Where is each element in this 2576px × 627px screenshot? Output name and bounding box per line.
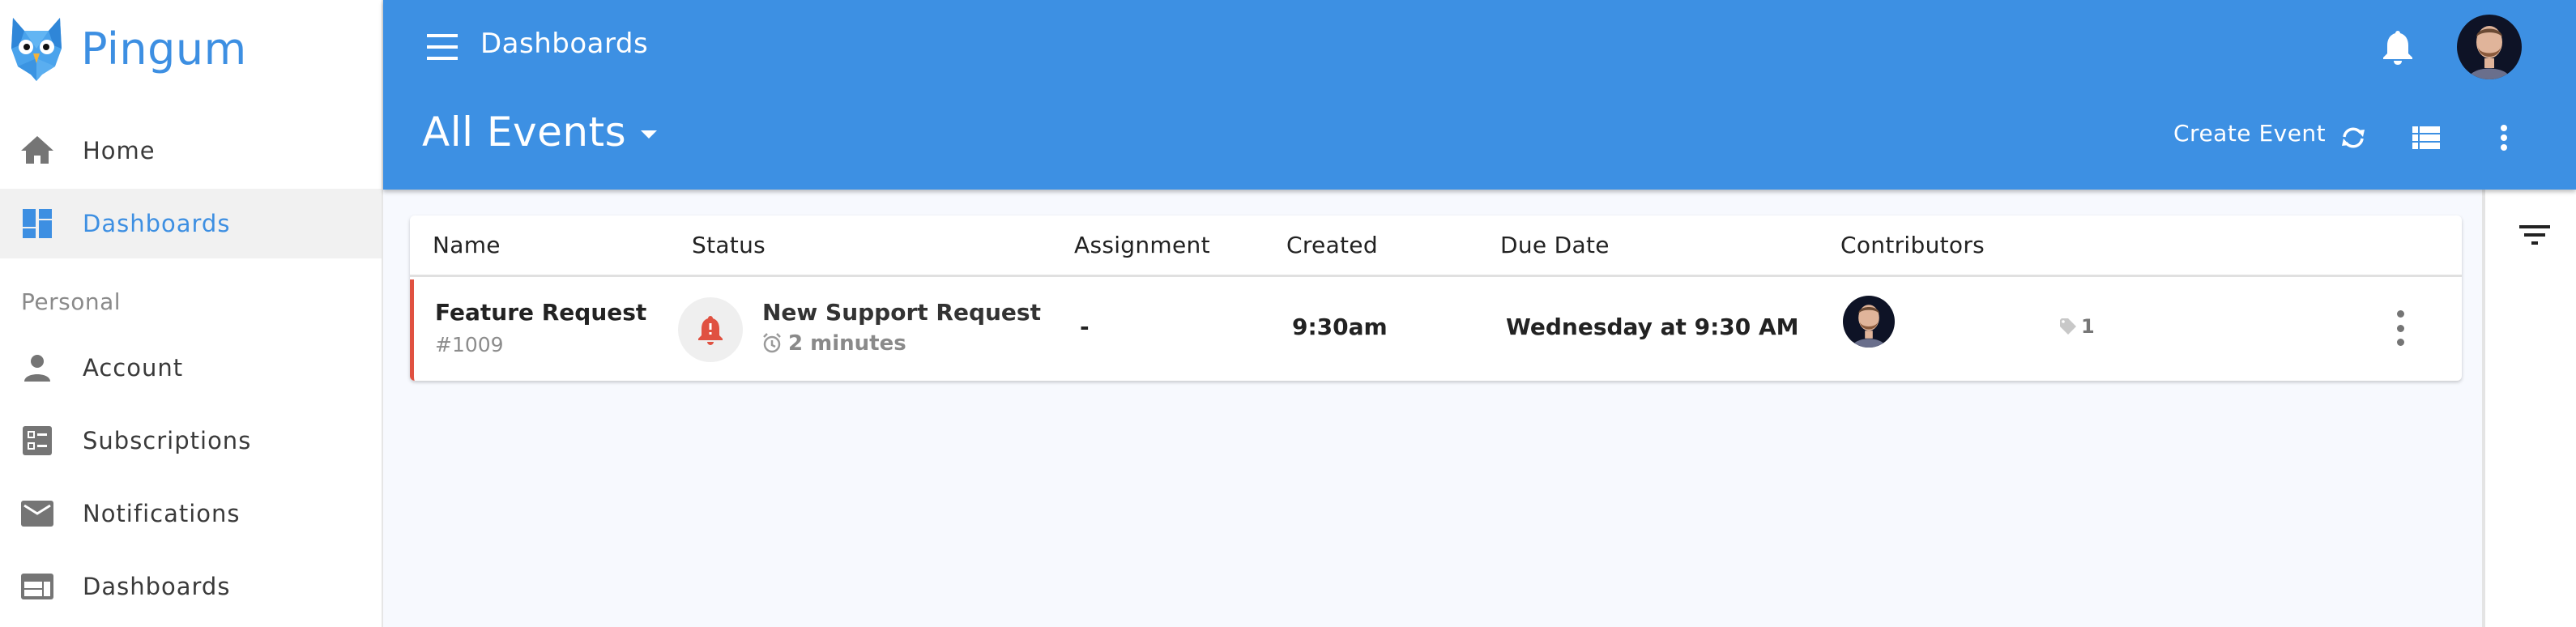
sidebar-item-account[interactable]: Account	[0, 333, 382, 403]
tag-count[interactable]: 1	[2058, 315, 2095, 338]
more-vert-icon[interactable]	[2488, 123, 2520, 152]
bell-icon[interactable]	[2382, 29, 2414, 65]
column-header-contributors[interactable]: Contributors	[1840, 232, 1985, 258]
table-header: Name Status Assignment Created Due Date …	[410, 215, 2462, 277]
created-value: 9:30am	[1292, 314, 1388, 340]
brand-name: Pingum	[81, 23, 247, 75]
sidebar-item-label: Home	[83, 137, 156, 164]
table-row[interactable]: Feature Request #1009 New Support Reques…	[410, 279, 2462, 381]
sidebar-item-label: Subscriptions	[83, 427, 252, 454]
tag-count-text: 1	[2081, 315, 2095, 338]
sidebar-item-home[interactable]: Home	[0, 116, 382, 186]
filter-panel	[2482, 190, 2576, 627]
sidebar-item-label: Dashboards	[83, 573, 231, 600]
app-header: Dashboards All Events Create Event	[383, 0, 2576, 190]
mail-icon	[21, 497, 53, 530]
caret-down-icon	[641, 130, 658, 139]
events-table: Name Status Assignment Created Due Date …	[410, 215, 2462, 381]
filter-icon[interactable]	[2519, 225, 2552, 250]
sidebar: Pingum Home Dashboards Personal Account	[0, 0, 383, 627]
sidebar-item-label: Account	[83, 354, 184, 382]
checklist-icon	[21, 424, 53, 457]
page-title: Dashboards	[480, 28, 649, 60]
row-more-vert-icon[interactable]	[2390, 310, 2410, 346]
status-elapsed: 2 minutes	[762, 331, 906, 356]
alert-bell-icon	[698, 316, 723, 345]
column-header-status[interactable]: Status	[692, 232, 766, 258]
column-header-assignment[interactable]: Assignment	[1074, 232, 1210, 258]
create-event-button[interactable]: Create Event	[2173, 120, 2326, 147]
sidebar-item-label: Dashboards	[83, 210, 231, 237]
event-id: #1009	[435, 333, 504, 356]
user-avatar[interactable]	[2457, 15, 2522, 79]
web-layout-icon	[21, 570, 53, 603]
tag-icon	[2060, 318, 2076, 335]
owl-logo-icon	[11, 18, 62, 81]
status-title: New Support Request	[762, 299, 1041, 326]
person-icon	[21, 352, 53, 384]
app-root: Pingum Home Dashboards Personal Account	[0, 0, 2576, 627]
assignment-value[interactable]: -	[1080, 314, 1090, 340]
section-label-personal: Personal	[21, 288, 122, 315]
column-header-created[interactable]: Created	[1286, 232, 1378, 258]
due-date-value: Wednesday at 9:30 AM	[1506, 314, 1799, 340]
alarm-clock-icon	[763, 333, 781, 353]
list-view-icon[interactable]	[2410, 123, 2442, 152]
sidebar-item-dashboards[interactable]: Dashboards	[0, 189, 382, 258]
contributor-avatar[interactable]	[1843, 296, 1895, 348]
sidebar-item-subscriptions[interactable]: Subscriptions	[0, 406, 382, 476]
refresh-icon[interactable]	[2337, 123, 2369, 152]
column-header-name[interactable]: Name	[433, 232, 501, 258]
sidebar-item-notifications[interactable]: Notifications	[0, 479, 382, 548]
brand-logo[interactable]: Pingum	[10, 15, 247, 83]
dashboard-icon	[21, 207, 53, 240]
sidebar-item-dashboards-personal[interactable]: Dashboards	[0, 552, 382, 621]
menu-icon[interactable]	[427, 32, 458, 62]
view-selector-label: All Events	[422, 109, 627, 156]
status-time-text: 2 minutes	[788, 331, 906, 356]
column-header-due-date[interactable]: Due Date	[1500, 232, 1610, 258]
home-icon	[21, 134, 53, 167]
sidebar-item-label: Notifications	[83, 500, 241, 527]
status-badge	[678, 297, 743, 362]
view-selector-dropdown[interactable]: All Events	[422, 109, 658, 156]
event-name[interactable]: Feature Request	[435, 299, 646, 326]
